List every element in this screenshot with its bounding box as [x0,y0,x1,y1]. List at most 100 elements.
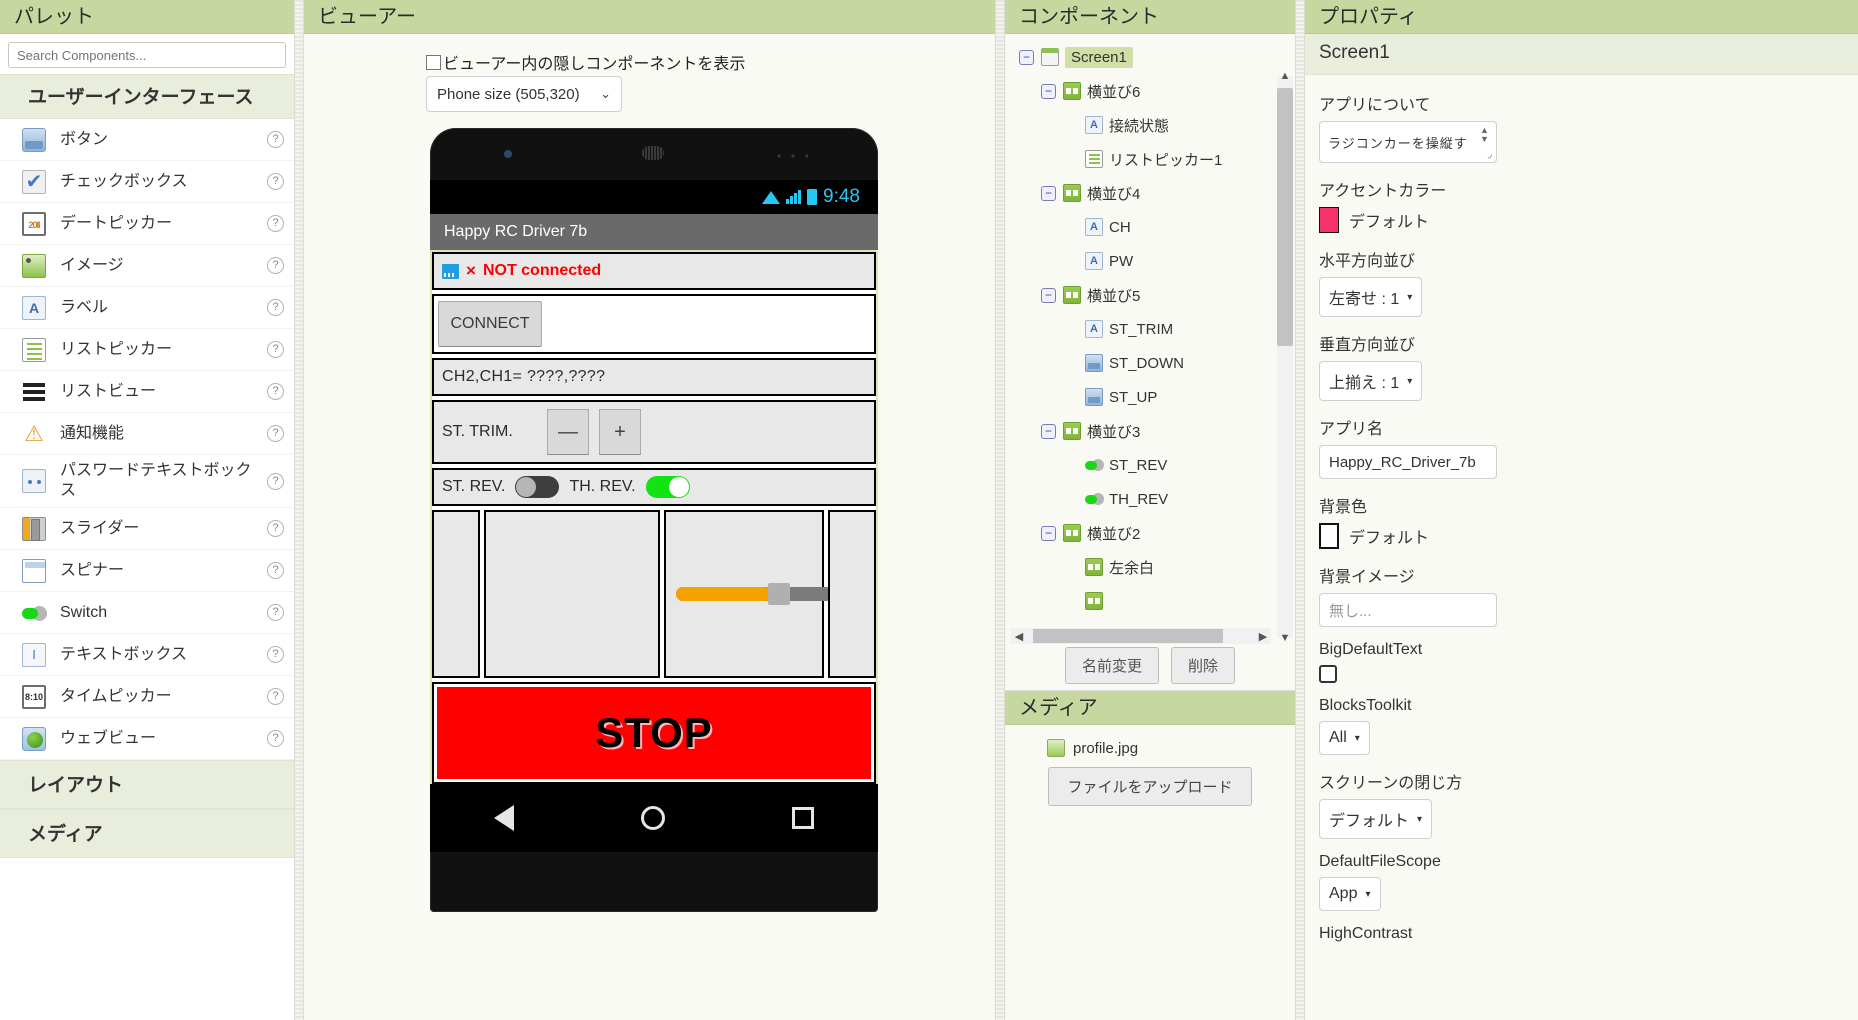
stepper-icon[interactable]: ▲ ▼ [1478,126,1492,146]
palette-item-datepicker[interactable]: 20ll デートピッカー ? [0,203,294,245]
palette-item-notifier[interactable]: 通知機能 ? [0,413,294,455]
bigdefaulttext-checkbox[interactable] [1319,665,1337,683]
palette-item-button[interactable]: ボタン ? [0,119,294,161]
st-down-button[interactable]: — [547,409,589,455]
tree-node-screen1[interactable]: − Screen1 [1005,40,1275,74]
st-rev-switch[interactable] [515,476,560,498]
th-rev-switch[interactable] [645,476,690,498]
help-icon[interactable]: ? [267,299,284,316]
palette-item-textbox[interactable]: I テキストボックス ? [0,634,294,676]
tree-node-ch[interactable]: A CH [1005,210,1275,244]
tree-node-harr5[interactable]: − 横並び5 [1005,278,1275,312]
help-icon[interactable]: ? [267,383,284,400]
tree-node-th-rev[interactable]: TH_REV [1005,482,1275,516]
scroll-up-icon[interactable]: ▲ [1277,68,1293,84]
tree-node-harr4[interactable]: − 横並び4 [1005,176,1275,210]
recents-icon[interactable] [792,807,815,829]
palette-category-ui[interactable]: ユーザーインターフェース [0,74,294,119]
tree-node-left-margin[interactable]: 左余白 [1005,550,1275,584]
tree-node-harr3[interactable]: − 横並び3 [1005,414,1275,448]
splitter-palette-viewer[interactable] [294,0,304,1020]
bgcolor-row[interactable]: デフォルト [1319,523,1844,549]
tree-node-st-up[interactable]: ST_UP [1005,380,1275,414]
phone-size-select[interactable]: Phone size (505,320) ⌄ [426,76,622,112]
palette-item-checkbox[interactable]: チェックボックス ? [0,161,294,203]
help-icon[interactable]: ? [267,730,284,747]
bgimage-input[interactable]: 無し... [1319,593,1497,627]
tree-node-st-trim[interactable]: A ST_TRIM [1005,312,1275,346]
scrollbar-thumb[interactable] [1277,88,1293,346]
help-icon[interactable]: ? [267,257,284,274]
tree-node-st-down[interactable]: ST_DOWN [1005,346,1275,380]
tree-horizontal-scrollbar[interactable]: ◀ ▶ [1011,628,1271,644]
scroll-left-icon[interactable]: ◀ [1011,630,1027,643]
splitter-components-properties[interactable] [1295,0,1305,1020]
palette-category-media[interactable]: メディア [0,809,294,858]
closescreen-select[interactable]: デフォルト ▾ [1319,799,1433,839]
tree-node-connection-status[interactable]: A 接続状態 [1005,108,1275,142]
palette-item-switch[interactable]: Switch ? [0,592,294,634]
tree-node-harr2[interactable]: − 横並び2 [1005,516,1275,550]
collapse-icon[interactable]: − [1019,49,1034,65]
search-input[interactable] [8,42,286,68]
connect-button[interactable]: CONNECT [438,301,542,347]
throttle-slider-track[interactable] [676,583,852,605]
palette-item-webview[interactable]: ウェブビュー ? [0,718,294,760]
help-icon[interactable]: ? [267,604,284,621]
slider-cell-throttle[interactable] [664,510,852,678]
resize-grip-icon[interactable]: ◞ [1488,147,1493,160]
palette-item-spinner[interactable]: スピナー ? [0,550,294,592]
st-up-button[interactable]: + [599,409,641,455]
delete-button[interactable]: 削除 [1171,647,1236,684]
tree-node-pw[interactable]: A PW [1005,244,1275,278]
collapse-icon[interactable]: − [1041,83,1056,99]
help-icon[interactable]: ? [267,425,284,442]
back-icon[interactable] [493,805,514,831]
blockstoolkit-select[interactable]: All ▾ [1319,721,1370,755]
collapse-icon[interactable]: − [1041,525,1056,541]
collapse-icon[interactable]: − [1041,287,1056,303]
connection-status-row[interactable]: × NOT connected [432,252,876,290]
accent-color-swatch[interactable] [1319,207,1339,233]
home-icon[interactable] [640,806,665,830]
palette-item-label[interactable]: A ラベル ? [0,287,294,329]
palette-item-listpicker[interactable]: リストピッカー ? [0,329,294,371]
palette-item-timepicker[interactable]: 8:10 タイムピッカー ? [0,676,294,718]
palette-item-image[interactable]: イメージ ? [0,245,294,287]
help-icon[interactable]: ? [267,215,284,232]
bgcolor-swatch[interactable] [1319,523,1339,549]
tree-vertical-scrollbar[interactable]: ▲ ▼ [1277,70,1293,644]
palette-item-slider[interactable]: スライダー ? [0,508,294,550]
tree-node-harr6[interactable]: − 横並び6 [1005,74,1275,108]
halign-select[interactable]: 左寄せ : 1 ▾ [1319,277,1423,317]
tree-node-st-rev[interactable]: ST_REV [1005,448,1275,482]
valign-select[interactable]: 上揃え : 1 ▾ [1319,361,1423,401]
help-icon[interactable]: ? [267,341,284,358]
tree-node-listpicker1[interactable]: リストピッカー1 [1005,142,1275,176]
help-icon[interactable]: ? [267,562,284,579]
splitter-viewer-components[interactable] [995,0,1005,1020]
accent-color-row[interactable]: デフォルト [1319,207,1844,233]
help-icon[interactable]: ? [267,520,284,537]
throttle-slider-thumb[interactable] [768,583,790,605]
help-icon[interactable]: ? [267,131,284,148]
scroll-right-icon[interactable]: ▶ [1255,630,1271,643]
help-icon[interactable]: ? [267,173,284,190]
palette-item-listview[interactable]: リストビュー ? [0,371,294,413]
scrollbar-thumb[interactable] [1033,629,1223,643]
scroll-down-icon[interactable]: ▼ [1277,630,1293,646]
about-textarea[interactable]: ラジコンカーを操縦す ▲ ▼ ◞ [1319,121,1497,163]
appname-input[interactable]: Happy_RC_Driver_7b [1319,445,1497,479]
media-file-item[interactable]: profile.jpg [1005,735,1295,767]
tree-node-partial[interactable] [1005,584,1275,618]
show-hidden-checkbox[interactable] [426,54,441,70]
collapse-icon[interactable]: − [1041,185,1056,201]
show-hidden-components-row[interactable]: ビューアー内の隠しコンポーネントを表示 [426,50,745,74]
help-icon[interactable]: ? [267,688,284,705]
palette-category-layout[interactable]: レイアウト [0,760,294,809]
stop-button[interactable]: STOP [437,687,871,779]
rename-button[interactable]: 名前変更 [1064,647,1159,684]
upload-file-button[interactable]: ファイルをアップロード [1048,767,1252,806]
filescope-select[interactable]: App ▾ [1319,877,1381,911]
help-icon[interactable]: ? [267,472,284,490]
